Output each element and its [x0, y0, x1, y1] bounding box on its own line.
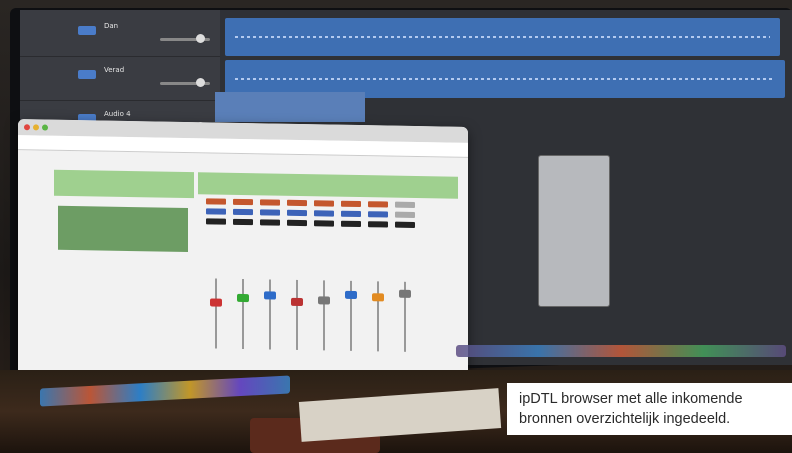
track-name: Verad [104, 66, 125, 74]
mixer-channel [233, 198, 253, 389]
channel-tag [287, 209, 307, 217]
track-button[interactable] [78, 70, 96, 79]
mixer-channel [314, 200, 334, 390]
fader[interactable] [269, 279, 271, 350]
fader[interactable] [242, 278, 244, 350]
mixer-channel [395, 201, 415, 392]
mixer-channel [206, 198, 226, 388]
channel-tag [233, 198, 253, 206]
status-panel [58, 205, 188, 253]
channel-tag [368, 221, 388, 228]
green-header-right [198, 172, 458, 199]
track-name: Audio 4 [104, 110, 131, 118]
track-button[interactable] [78, 26, 96, 35]
channel-tag [341, 200, 361, 208]
channel-tag [233, 218, 253, 226]
fader-cap[interactable] [399, 289, 411, 298]
channel-tag [368, 201, 388, 208]
mixer-channel [260, 199, 280, 389]
audio-region[interactable] [225, 18, 780, 56]
channel-tag [287, 199, 307, 207]
caption-line-1: ipDTL browser met alle inkomende [519, 391, 743, 407]
track-row[interactable]: Dan [20, 16, 220, 57]
channel-tag [206, 208, 226, 215]
channel-tag [260, 209, 280, 216]
waveform [235, 36, 770, 38]
fader-cap[interactable] [291, 297, 303, 307]
close-icon[interactable] [24, 124, 30, 131]
pan-knob[interactable] [196, 78, 205, 87]
track-row[interactable]: Verad [20, 60, 220, 101]
channel-tag [395, 211, 415, 219]
fader-cap[interactable] [318, 296, 330, 305]
channel-tag [368, 211, 388, 218]
channel-tag [341, 210, 361, 218]
channel-tag [260, 199, 280, 206]
mixer-channel [368, 201, 388, 391]
channel-tag [233, 208, 253, 216]
fader-cap[interactable] [210, 298, 222, 307]
zoom-icon[interactable] [42, 124, 48, 131]
photo: Dan Verad Audio 4 ipDTL browser met alle… [0, 0, 792, 453]
minimize-icon[interactable] [33, 124, 39, 131]
fader[interactable] [296, 279, 298, 350]
dock [456, 345, 786, 357]
channel-tag [341, 220, 361, 228]
channel-tag [287, 219, 307, 227]
green-header-left [54, 169, 194, 199]
channel-tag [314, 220, 334, 227]
mixer-channel [287, 199, 307, 390]
fader[interactable] [323, 280, 325, 351]
pan-knob[interactable] [196, 34, 205, 43]
channel-tag [314, 200, 334, 207]
fader-cap[interactable] [372, 293, 384, 302]
fader-cap[interactable] [345, 290, 357, 299]
channel-tag [395, 221, 415, 229]
track-name: Dan [104, 22, 119, 30]
channel-tag [314, 210, 334, 217]
fader-cap[interactable] [264, 291, 276, 300]
fader[interactable] [377, 281, 379, 352]
channel-tag [206, 218, 226, 225]
mixer-channel [341, 200, 361, 391]
waveform [235, 78, 775, 80]
caption-line-2: bronnen overzichtelijk ingedeeld. [519, 411, 731, 427]
channel-tag [206, 198, 226, 205]
fader-cap[interactable] [237, 293, 249, 303]
caption-box: ipDTL browser met alle inkomende bronnen… [507, 383, 792, 435]
fader[interactable] [215, 278, 217, 349]
plugin-window [538, 155, 610, 307]
channel-tag [260, 219, 280, 226]
audio-region[interactable] [215, 92, 365, 122]
channel-tag [395, 201, 415, 209]
